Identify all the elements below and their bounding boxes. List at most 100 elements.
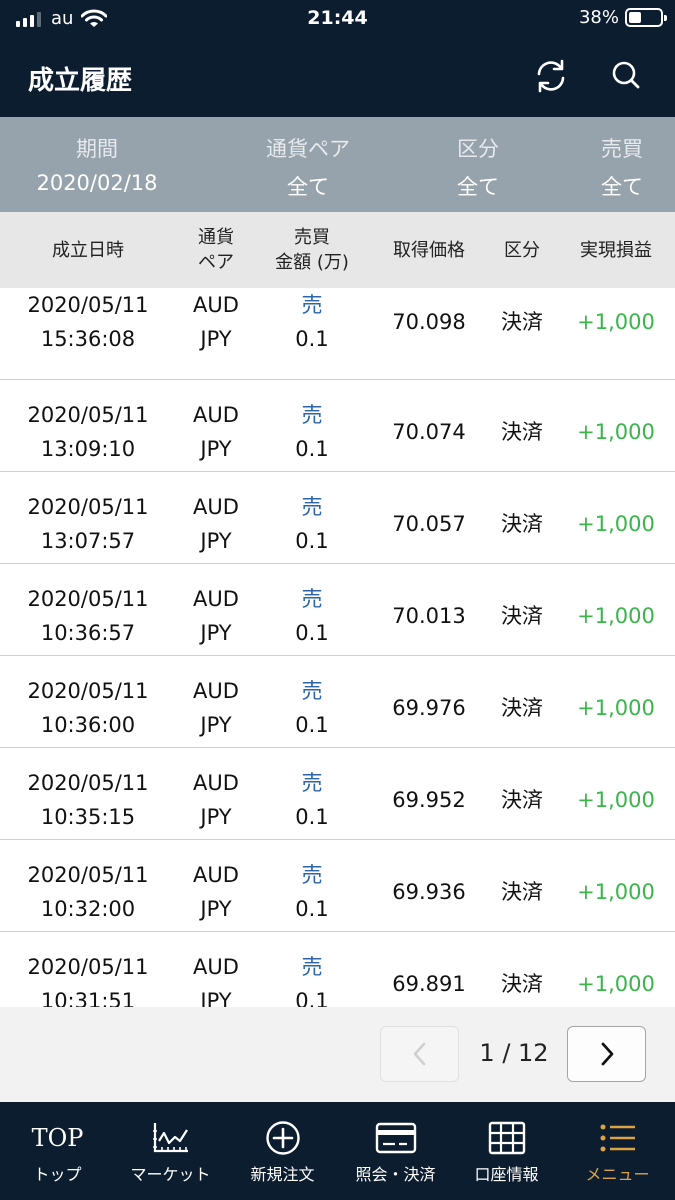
row-kind: 決済 xyxy=(501,880,543,904)
row-pl: +1,000 xyxy=(577,972,655,996)
row-pl: +1,000 xyxy=(577,512,655,536)
row-date: 2020/05/11 xyxy=(27,403,149,427)
grid-icon xyxy=(488,1121,525,1155)
row-base-currency: AUD xyxy=(193,679,239,703)
chevron-left-icon xyxy=(413,1042,425,1066)
table-row[interactable]: 2020/05/11 13:07:57 AUD JPY 売 0.1 70.057… xyxy=(0,472,675,564)
table-row[interactable]: 2020/05/11 10:35:15 AUD JPY 売 0.1 69.952… xyxy=(0,748,675,840)
page-indicator: 1 / 12 xyxy=(479,1039,549,1067)
status-right: 38% xyxy=(579,7,667,28)
row-price: 70.057 xyxy=(392,512,466,536)
row-pl: +1,000 xyxy=(577,310,655,334)
table-row[interactable]: 2020/05/11 10:36:00 AUD JPY 売 0.1 69.976… xyxy=(0,656,675,748)
row-base-currency: AUD xyxy=(193,955,239,979)
tab-top[interactable]: TOP トップ xyxy=(0,1102,115,1200)
next-page-button[interactable] xyxy=(567,1026,646,1082)
prev-page-button[interactable] xyxy=(380,1026,459,1082)
page-title: 成立履歴 xyxy=(28,66,133,96)
row-base-currency: AUD xyxy=(193,293,239,317)
plus-circle-icon xyxy=(265,1121,300,1155)
tab-top-label: トップ xyxy=(33,1165,82,1184)
status-time: 21:44 xyxy=(307,7,368,29)
col-kind: 区分 xyxy=(504,239,540,261)
row-date: 2020/05/11 xyxy=(27,863,149,887)
row-quote-currency: JPY xyxy=(200,621,232,645)
filter-trade-label: 売買 xyxy=(601,137,643,161)
row-date: 2020/05/11 xyxy=(27,495,149,519)
tab-bar: TOP トップ マーケット 新規注文 照会・決済 口座情報 メニュー xyxy=(0,1102,675,1200)
refresh-icon[interactable] xyxy=(531,56,571,96)
row-pl: +1,000 xyxy=(577,880,655,904)
battery-icon xyxy=(625,8,667,27)
filter-trade[interactable]: 売買 全て xyxy=(578,117,666,212)
row-side: 売 xyxy=(301,863,323,887)
row-date: 2020/05/11 xyxy=(27,587,149,611)
table-row[interactable]: 2020/05/11 15:36:08 AUD JPY 売 0.1 70.098… xyxy=(0,288,675,380)
row-date: 2020/05/11 xyxy=(27,679,149,703)
col-price: 取得価格 xyxy=(393,239,465,261)
row-price: 69.952 xyxy=(392,788,466,812)
tab-market[interactable]: マーケット xyxy=(113,1102,228,1200)
row-kind: 決済 xyxy=(501,788,543,812)
row-price: 70.098 xyxy=(392,310,466,334)
row-time: 13:09:10 xyxy=(40,437,136,461)
row-quote-currency: JPY xyxy=(200,805,232,829)
filter-currency-pair-value: 全て xyxy=(287,175,329,199)
row-amount: 0.1 xyxy=(295,805,329,829)
row-kind: 決済 xyxy=(501,420,543,444)
col-trade-line2: 金額 (万) xyxy=(275,252,349,273)
tab-inquiry-settlement[interactable]: 照会・決済 xyxy=(338,1102,453,1200)
row-side: 売 xyxy=(301,955,323,979)
tab-new-order-label: 新規注文 xyxy=(250,1165,315,1184)
row-amount: 0.1 xyxy=(295,713,329,737)
col-pl: 実現損益 xyxy=(580,239,652,261)
row-base-currency: AUD xyxy=(193,495,239,519)
filter-period-label: 期間 xyxy=(76,137,118,161)
tab-menu[interactable]: メニュー xyxy=(560,1102,675,1200)
row-quote-currency: JPY xyxy=(200,897,232,921)
row-price: 69.936 xyxy=(392,880,466,904)
row-date: 2020/05/11 xyxy=(27,771,149,795)
row-pl: +1,000 xyxy=(577,788,655,812)
row-kind: 決済 xyxy=(501,604,543,628)
col-pair-line2: ペア xyxy=(198,252,234,273)
tab-account-info-label: 口座情報 xyxy=(474,1165,539,1184)
top-icon: TOP xyxy=(0,1120,115,1156)
row-side: 売 xyxy=(301,293,323,317)
filter-trade-value: 全て xyxy=(601,175,643,199)
row-amount: 0.1 xyxy=(295,897,329,921)
tab-inquiry-settlement-label: 照会・決済 xyxy=(355,1165,436,1184)
tab-market-label: マーケット xyxy=(130,1165,211,1184)
row-base-currency: AUD xyxy=(193,771,239,795)
filter-type-value: 全て xyxy=(457,175,499,199)
row-kind: 決済 xyxy=(501,512,543,536)
row-time: 10:35:15 xyxy=(40,805,136,829)
row-time: 15:36:08 xyxy=(40,327,136,351)
row-price: 69.891 xyxy=(392,972,466,996)
pagination: 1 / 12 xyxy=(0,1007,675,1102)
table-row[interactable]: 2020/05/11 10:36:57 AUD JPY 売 0.1 70.013… xyxy=(0,564,675,656)
table-row[interactable]: 2020/05/11 13:09:10 AUD JPY 売 0.1 70.074… xyxy=(0,380,675,472)
tab-account-info[interactable]: 口座情報 xyxy=(449,1102,564,1200)
row-time: 10:36:57 xyxy=(40,621,136,645)
filter-type[interactable]: 区分 全て xyxy=(430,117,526,212)
row-side: 売 xyxy=(301,495,323,519)
nav-header: 成立履歴 xyxy=(0,38,675,117)
top-icon-text: TOP xyxy=(31,1124,84,1152)
row-kind: 決済 xyxy=(501,972,543,996)
row-date: 2020/05/11 xyxy=(27,293,149,317)
tab-new-order[interactable]: 新規注文 xyxy=(225,1102,340,1200)
row-time: 10:32:00 xyxy=(40,897,136,921)
filter-currency-pair[interactable]: 通貨ペア 全て xyxy=(240,117,376,212)
row-side: 売 xyxy=(301,587,323,611)
chevron-right-icon xyxy=(601,1042,613,1066)
filter-type-label: 区分 xyxy=(457,137,499,161)
row-amount: 0.1 xyxy=(295,437,329,461)
row-time: 10:36:00 xyxy=(40,713,136,737)
search-icon[interactable] xyxy=(606,56,646,96)
row-amount: 0.1 xyxy=(295,327,329,351)
row-amount: 0.1 xyxy=(295,529,329,553)
table-row[interactable]: 2020/05/11 10:32:00 AUD JPY 売 0.1 69.936… xyxy=(0,840,675,932)
col-trade-line1: 売買 xyxy=(294,227,330,248)
filter-period[interactable]: 期間 2020/02/18 xyxy=(12,117,182,212)
